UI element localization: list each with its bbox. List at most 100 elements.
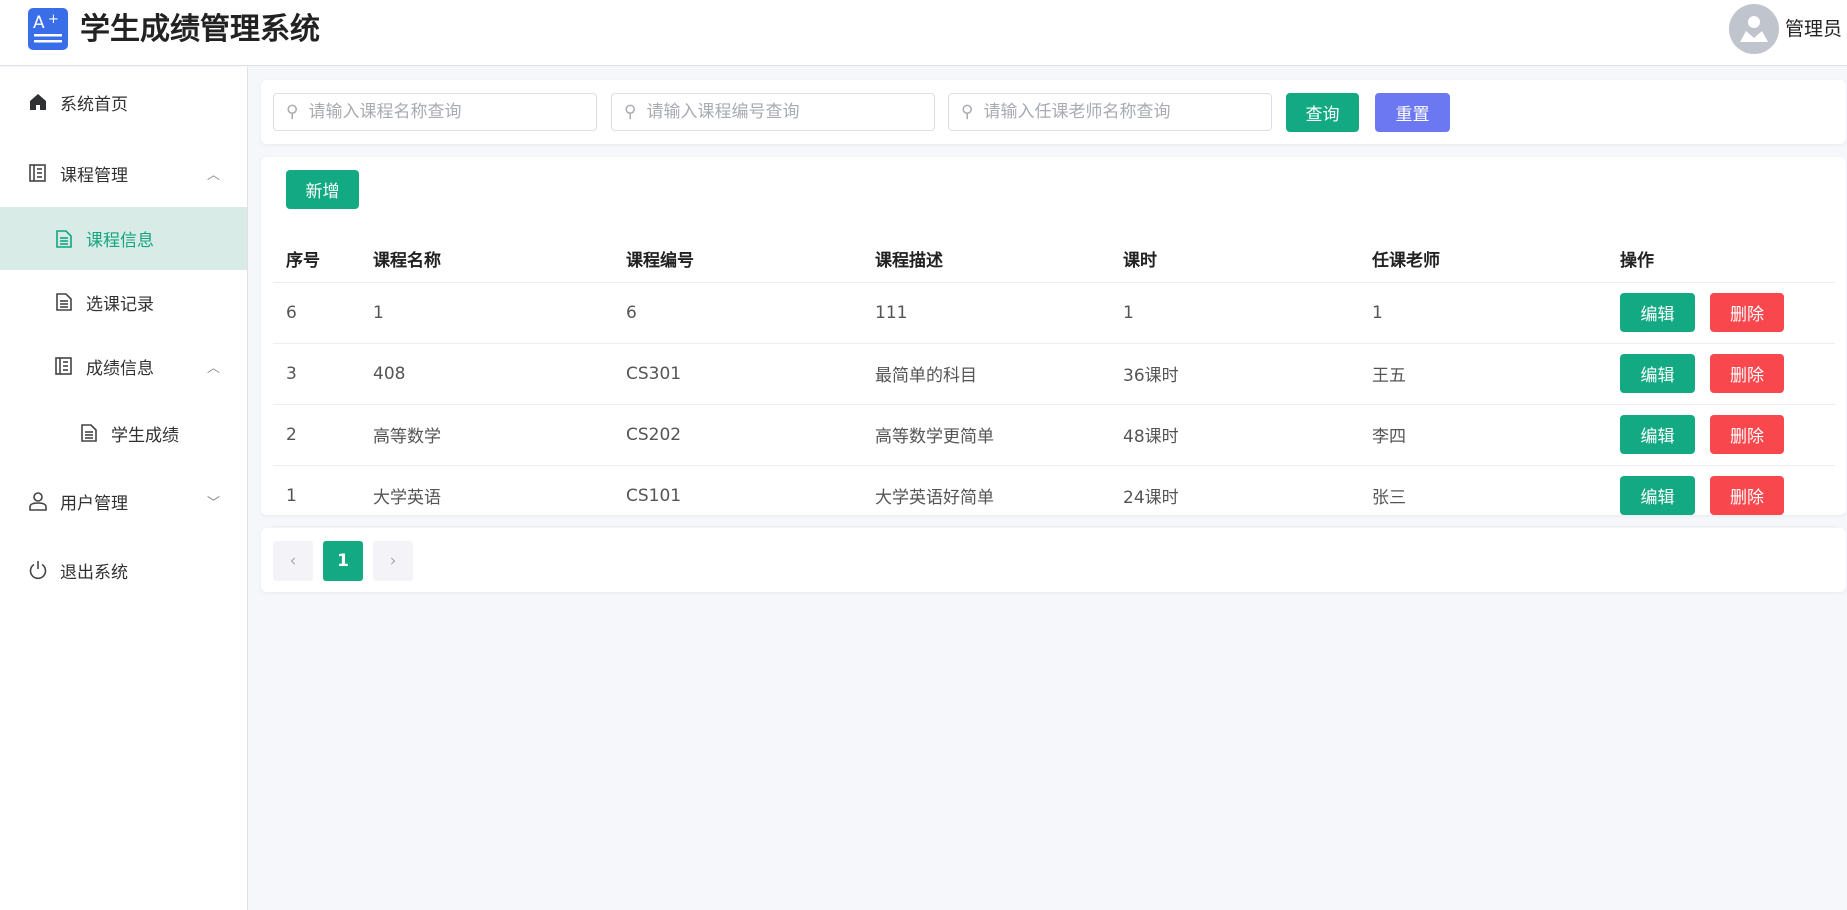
sidebar-item-grade-info[interactable]: 成绩信息 ︿: [0, 336, 247, 396]
delete-button[interactable]: 删除: [1710, 415, 1784, 454]
document-icon: [54, 292, 74, 312]
user-icon: [28, 491, 48, 511]
table-cell: CS301: [613, 343, 862, 405]
edit-button[interactable]: 编辑: [1620, 293, 1695, 332]
table-cell: 1: [360, 282, 613, 344]
table-cell: 2: [273, 404, 360, 466]
pagination-card: ‹ 1 ›: [261, 528, 1846, 592]
course-name-input[interactable]: [308, 102, 579, 122]
table-cell: 1: [1110, 282, 1359, 344]
notebook-icon: [28, 163, 48, 183]
delete-button[interactable]: 删除: [1710, 476, 1784, 515]
top-header: A + 学生成绩管理系统 管理员: [0, 0, 1847, 66]
actions-cell: 编辑 删除: [1607, 343, 1835, 405]
sidebar-item-course-info[interactable]: 课程信息: [0, 207, 247, 270]
sidebar-item-label: 用户管理: [60, 493, 128, 514]
power-icon: [28, 560, 48, 580]
table-cell: 1: [273, 465, 360, 527]
course-no-input[interactable]: [646, 102, 917, 122]
edit-button[interactable]: 编辑: [1620, 354, 1695, 393]
app-title: 学生成绩管理系统: [80, 12, 320, 47]
column-header: 课程名称: [360, 235, 613, 283]
table-cell: 48课时: [1110, 404, 1359, 466]
actions-cell: 编辑 删除: [1607, 282, 1835, 344]
table-cell: 36课时: [1110, 343, 1359, 405]
table-cell: 6: [613, 282, 862, 344]
table-cell: 高等数学更简单: [862, 404, 1110, 466]
add-button[interactable]: 新增: [286, 170, 359, 209]
app-logo-icon: A +: [28, 8, 68, 50]
column-header: 操作: [1607, 235, 1835, 283]
course-no-search[interactable]: ⚲: [611, 93, 935, 131]
sidebar: 系统首页 课程管理 ︿ 课程信息 选课记录 成绩信息 ︿ 学生成绩 用户管理 ﹀…: [0, 67, 248, 910]
table-row: 2 高等数学 CS202 高等数学更简单 48课时 李四 编辑 删除: [273, 404, 1835, 466]
teacher-input[interactable]: [983, 102, 1254, 122]
table-row: 3 408 CS301 最简单的科目 36课时 王五 编辑 删除: [273, 343, 1835, 405]
course-name-search[interactable]: ⚲: [273, 93, 597, 131]
table-cell: 24课时: [1110, 465, 1359, 527]
edit-button[interactable]: 编辑: [1620, 476, 1695, 515]
sidebar-item-user-management[interactable]: 用户管理 ﹀: [0, 471, 247, 531]
table-cell: 6: [273, 282, 360, 344]
table-cell: 大学英语: [360, 465, 613, 527]
sidebar-item-label: 课程信息: [86, 231, 154, 251]
edit-button[interactable]: 编辑: [1620, 415, 1695, 454]
table-row: 1 大学英语 CS101 大学英语好简单 24课时 张三 编辑 删除: [273, 465, 1835, 527]
delete-button[interactable]: 删除: [1710, 354, 1784, 393]
search-card: ⚲ ⚲ ⚲ 查询 重置: [261, 80, 1846, 144]
search-icon: ⚲: [961, 102, 974, 122]
next-page-button[interactable]: ›: [373, 541, 413, 581]
column-header: 序号: [273, 235, 360, 283]
table-cell: 高等数学: [360, 404, 613, 466]
table-card: 新增 序号 课程名称 课程编号 课程描述 课时 任课老师 操作 6 1 6 111 1 1…: [261, 157, 1846, 527]
sidebar-item-student-grades[interactable]: 学生成绩: [0, 403, 247, 463]
table-cell: 111: [862, 282, 1110, 344]
query-button[interactable]: 查询: [1286, 93, 1359, 132]
chevron-down-icon: ﹀: [207, 495, 221, 511]
table-header-row: 序号 课程名称 课程编号 课程描述 课时 任课老师 操作: [273, 235, 1835, 283]
home-icon: [28, 92, 48, 112]
avatar[interactable]: [1729, 4, 1779, 54]
table-cell: 李四: [1359, 404, 1607, 466]
sidebar-item-label: 退出系统: [60, 562, 128, 583]
table-cell: CS101: [613, 465, 862, 527]
table-cell: 1: [1359, 282, 1607, 344]
prev-page-button[interactable]: ‹: [273, 541, 313, 581]
search-icon: ⚲: [286, 102, 299, 122]
table-cell: 王五: [1359, 343, 1607, 405]
table-row: 6 1 6 111 1 1 编辑 删除: [273, 282, 1835, 344]
chevron-up-icon: ︿: [207, 360, 221, 376]
sidebar-item-home[interactable]: 系统首页: [0, 72, 247, 132]
delete-button[interactable]: 删除: [1710, 293, 1784, 332]
column-header: 任课老师: [1359, 235, 1607, 283]
svg-text:+: +: [48, 12, 59, 27]
notebook-icon: [54, 356, 74, 376]
sidebar-item-label: 系统首页: [60, 94, 128, 115]
table-cell: CS202: [613, 404, 862, 466]
sidebar-item-label: 成绩信息: [86, 358, 154, 379]
reset-button[interactable]: 重置: [1375, 93, 1450, 132]
page-1-button[interactable]: 1: [323, 541, 363, 581]
table-cell: 最简单的科目: [862, 343, 1110, 405]
sidebar-item-course-management[interactable]: 课程管理 ︿: [0, 143, 247, 203]
table-cell: 3: [273, 343, 360, 405]
table-cell: 大学英语好简单: [862, 465, 1110, 527]
course-table: 序号 课程名称 课程编号 课程描述 课时 任课老师 操作 6 1 6 111 1 1 编辑删…: [273, 235, 1835, 527]
teacher-search[interactable]: ⚲: [948, 93, 1272, 131]
document-icon: [54, 229, 74, 249]
user-name[interactable]: 管理员: [1785, 16, 1842, 42]
chevron-up-icon: ︿: [207, 167, 221, 183]
sidebar-item-label: 课程管理: [60, 165, 128, 186]
column-header: 课时: [1110, 235, 1359, 283]
sidebar-item-enrollment-records[interactable]: 选课记录: [0, 272, 247, 332]
table-cell: 408: [360, 343, 613, 405]
sidebar-item-label: 学生成绩: [111, 425, 179, 446]
search-icon: ⚲: [624, 102, 637, 122]
column-header: 课程编号: [613, 235, 862, 283]
table-cell: 张三: [1359, 465, 1607, 527]
column-header: 课程描述: [862, 235, 1110, 283]
sidebar-item-label: 选课记录: [86, 294, 154, 315]
actions-cell: 编辑 删除: [1607, 404, 1835, 466]
sidebar-item-logout[interactable]: 退出系统: [0, 540, 247, 600]
svg-text:A: A: [33, 13, 45, 33]
